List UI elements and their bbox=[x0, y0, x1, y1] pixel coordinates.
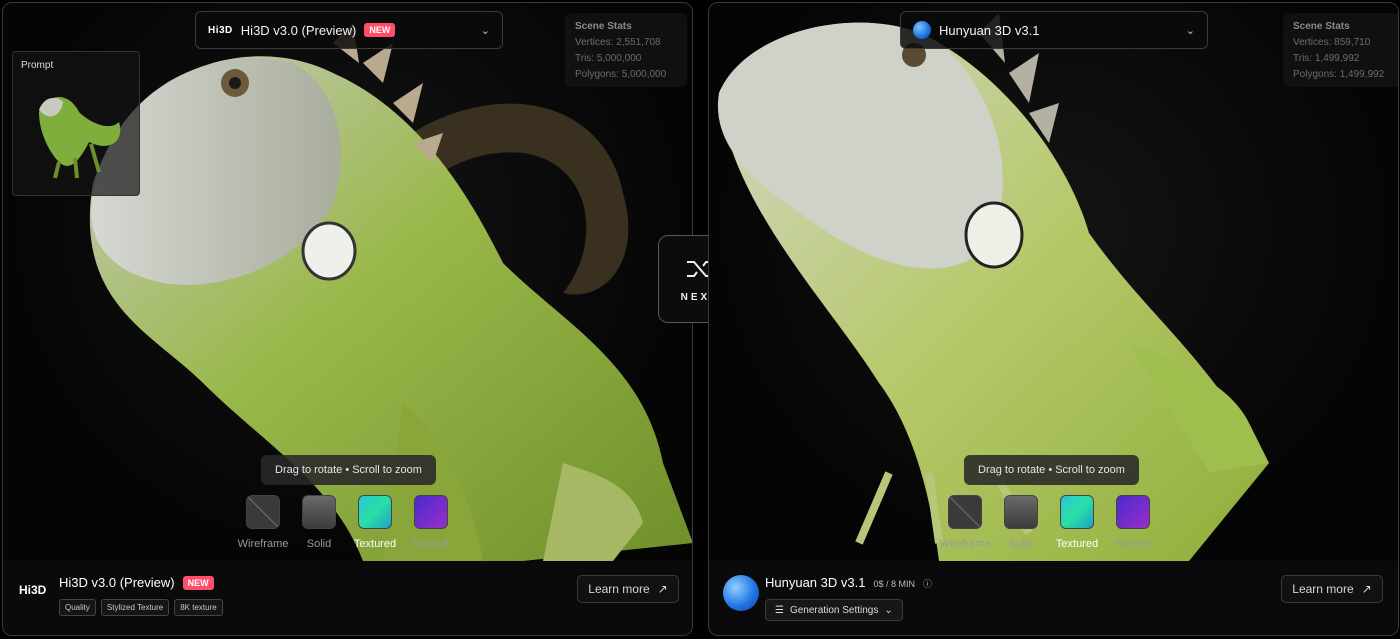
hi3d-footer-logo-icon: Hi3D bbox=[19, 583, 47, 597]
mode-normal[interactable]: Normal bbox=[1105, 495, 1161, 550]
right-scene-stats: Scene Stats Vertices: 859,710 Tris: 1,49… bbox=[1283, 13, 1398, 87]
external-link-icon: ↗ bbox=[1361, 582, 1372, 596]
left-learn-more-button[interactable]: Learn more ↗ bbox=[577, 575, 679, 603]
left-3d-viewport[interactable]: Hi3D Hi3D v3.0 (Preview) NEW ⌄ Scene Sta… bbox=[3, 3, 692, 561]
left-scene-stats: Scene Stats Vertices: 2,551,708 Tris: 5,… bbox=[565, 13, 687, 87]
prompt-iguana-thumbnail bbox=[39, 97, 121, 179]
right-model-dropdown[interactable]: Hunyuan 3D v3.1 ⌄ bbox=[900, 11, 1208, 49]
left-model-panel: Hi3D Hi3D v3.0 (Preview) NEW ⌄ Scene Sta… bbox=[2, 2, 693, 636]
prompt-label: Prompt bbox=[21, 60, 54, 71]
prompt-image-panel[interactable]: Prompt bbox=[12, 51, 140, 196]
chevron-down-icon: ⌄ bbox=[480, 24, 490, 37]
mode-normal[interactable]: Normal bbox=[403, 495, 459, 550]
stat-polygons: Polygons: 5,000,000 bbox=[575, 69, 667, 80]
right-learn-more-button[interactable]: Learn more ↗ bbox=[1281, 575, 1383, 603]
mode-label: Solid bbox=[306, 538, 332, 550]
learn-more-label: Learn more bbox=[1292, 582, 1354, 596]
mode-label: Normal bbox=[1115, 538, 1151, 550]
stat-vertices: Vertices: 2,551,708 bbox=[575, 37, 661, 48]
rotate-zoom-hint: Drag to rotate • Scroll to zoom bbox=[964, 455, 1139, 485]
info-icon[interactable]: ⓘ bbox=[923, 577, 932, 590]
left-model-name: Hi3D v3.0 (Preview) bbox=[240, 22, 357, 38]
left-render-mode-selector: Wireframe Solid Textured Normal bbox=[235, 495, 459, 550]
textured-swatch bbox=[358, 495, 392, 529]
mode-label: Textured bbox=[1055, 538, 1099, 550]
new-badge: NEW bbox=[182, 575, 214, 590]
chevron-down-icon: ⌄ bbox=[884, 604, 893, 616]
external-link-icon: ↗ bbox=[657, 582, 668, 596]
tag-quality: Quality bbox=[59, 599, 96, 616]
normal-swatch bbox=[414, 495, 448, 529]
tag-8k-texture: 8K texture bbox=[174, 599, 223, 616]
rotate-zoom-hint: Drag to rotate • Scroll to zoom bbox=[261, 455, 436, 485]
scene-stats-title: Scene Stats bbox=[1293, 21, 1350, 32]
mode-solid[interactable]: Solid bbox=[993, 495, 1049, 550]
solid-swatch bbox=[302, 495, 336, 529]
left-feature-tags: Quality Stylized Texture 8K texture bbox=[59, 599, 223, 616]
wireframe-swatch bbox=[948, 495, 982, 529]
generation-settings-button[interactable]: ☰ Generation Settings ⌄ bbox=[765, 599, 903, 621]
chevron-down-icon: ⌄ bbox=[1185, 24, 1195, 37]
right-3d-viewport[interactable]: Hunyuan 3D v3.1 ⌄ Scene Stats Vertices: … bbox=[709, 3, 1398, 561]
mode-textured[interactable]: Textured bbox=[347, 495, 403, 550]
generation-cost: 0$ / 8 MIN bbox=[873, 579, 915, 589]
left-footer-title-row: Hi3D v3.0 (Preview) NEW bbox=[59, 575, 214, 590]
mode-solid[interactable]: Solid bbox=[291, 495, 347, 550]
wireframe-swatch bbox=[246, 495, 280, 529]
left-model-footer: Hi3D Hi3D v3.0 (Preview) NEW Quality Sty… bbox=[3, 561, 692, 635]
new-badge: NEW bbox=[364, 23, 396, 37]
hunyuan-logo-icon bbox=[913, 21, 931, 39]
solid-swatch bbox=[1004, 495, 1038, 529]
left-footer-title: Hi3D v3.0 (Preview) bbox=[59, 575, 175, 590]
normal-swatch bbox=[1116, 495, 1150, 529]
mode-textured[interactable]: Textured bbox=[1049, 495, 1105, 550]
right-model-panel: Hunyuan 3D v3.1 ⌄ Scene Stats Vertices: … bbox=[708, 2, 1399, 636]
mode-label: Normal bbox=[413, 538, 449, 550]
hunyuan-footer-logo-icon bbox=[723, 575, 759, 611]
left-model-dropdown[interactable]: Hi3D Hi3D v3.0 (Preview) NEW ⌄ bbox=[195, 11, 503, 49]
right-footer-title-row: Hunyuan 3D v3.1 0$ / 8 MIN ⓘ bbox=[765, 575, 932, 590]
mode-label: Wireframe bbox=[939, 538, 991, 550]
mode-label: Textured bbox=[353, 538, 397, 550]
sliders-icon: ☰ bbox=[775, 604, 784, 616]
stat-tris: Tris: 1,499,992 bbox=[1293, 53, 1360, 64]
hi3d-logo-icon: Hi3D bbox=[208, 24, 233, 36]
stat-vertices: Vertices: 859,710 bbox=[1293, 37, 1371, 48]
right-render-mode-selector: Wireframe Solid Textured Normal bbox=[937, 495, 1161, 550]
scene-stats-title: Scene Stats bbox=[575, 21, 632, 32]
stat-tris: Tris: 5,000,000 bbox=[575, 53, 642, 64]
right-model-footer: Hunyuan 3D v3.1 0$ / 8 MIN ⓘ ☰ Generatio… bbox=[709, 561, 1398, 635]
textured-swatch bbox=[1060, 495, 1094, 529]
mode-label: Solid bbox=[1008, 538, 1034, 550]
right-model-name: Hunyuan 3D v3.1 bbox=[939, 22, 1040, 38]
right-footer-title: Hunyuan 3D v3.1 bbox=[765, 575, 866, 590]
stat-polygons: Polygons: 1,499,992 bbox=[1293, 69, 1385, 80]
mode-wireframe[interactable]: Wireframe bbox=[235, 495, 291, 550]
tag-stylized-texture: Stylized Texture bbox=[100, 599, 170, 616]
mode-label: Wireframe bbox=[237, 538, 289, 550]
learn-more-label: Learn more bbox=[588, 582, 650, 596]
mode-wireframe[interactable]: Wireframe bbox=[937, 495, 993, 550]
generation-settings-label: Generation Settings bbox=[789, 604, 879, 616]
